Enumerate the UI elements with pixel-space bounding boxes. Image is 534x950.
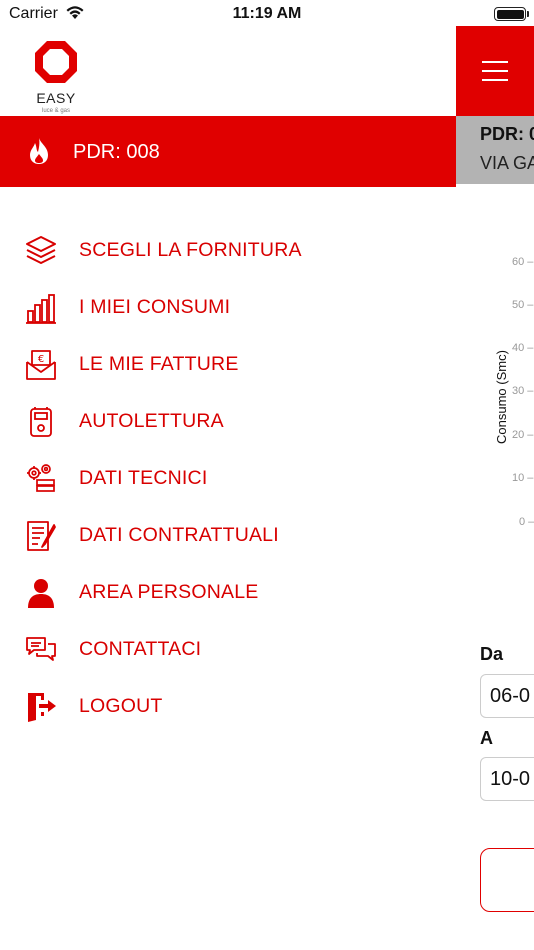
- battery-icon: [494, 7, 526, 21]
- pdr-code: PDR: 008: [73, 141, 160, 163]
- from-date-input[interactable]: 06-0: [480, 674, 534, 718]
- status-bar: Carrier 11:19 AM: [0, 0, 534, 28]
- chat-icon: [24, 633, 58, 667]
- menu-item-logout[interactable]: LOGOUT: [0, 678, 456, 734]
- user-icon: [24, 576, 58, 610]
- menu-item-label: DATI TECNICI: [79, 467, 208, 489]
- consumption-chart: Consumo (Smc) 60 – 50 – 40 – 30 – 20 – 1…: [456, 236, 534, 556]
- menu-item-label: CONTATTACI: [79, 638, 202, 660]
- hamburger-menu-icon[interactable]: [482, 61, 508, 81]
- chart-tick: 10 –: [512, 472, 534, 484]
- pdr-banner[interactable]: PDR: 008: [0, 116, 456, 187]
- menu-item-label: DATI CONTRATTUALI: [79, 524, 279, 546]
- chart-tick: 20 –: [512, 429, 534, 441]
- flame-icon: [28, 137, 50, 170]
- chart-tick: 50 –: [512, 299, 534, 311]
- to-date-input[interactable]: 10-0: [480, 757, 534, 801]
- battery-tip: [527, 11, 529, 17]
- menu-item-scegli-fornitura[interactable]: SCEGLI LA FORNITURA: [0, 222, 456, 278]
- menu-item-miei-consumi[interactable]: I MIEI CONSUMI: [0, 279, 456, 335]
- submit-button[interactable]: [480, 848, 534, 912]
- easy-logo: EASY luce & gas: [32, 38, 80, 114]
- top-bar: [456, 26, 534, 116]
- menu-item-label: LE MIE FATTURE: [79, 353, 239, 375]
- menu-item-autolettura[interactable]: AUTOLETTURA: [0, 393, 456, 449]
- brand-tagline: luce & gas: [41, 108, 71, 114]
- pdr-info-box: PDR: 0 VIA GA: [456, 116, 534, 184]
- pdr-title: PDR: 0: [480, 124, 534, 144]
- main-screen: PDR: 0 VIA GA Consumo (Smc) 60 – 50 – 40…: [456, 26, 534, 950]
- menu-item-label: AREA PERSONALE: [79, 581, 259, 603]
- clock: 11:19 AM: [232, 5, 302, 22]
- to-date-label: A: [480, 728, 493, 748]
- menu-item-dati-tecnici[interactable]: DATI TECNICI: [0, 450, 456, 506]
- brand-name: EASY: [36, 90, 76, 106]
- chart-tick: 60 –: [512, 256, 534, 268]
- menu-item-contattaci[interactable]: CONTATTACI: [0, 621, 456, 677]
- chart-tick: 30 –: [512, 385, 534, 397]
- gears-icon: [24, 462, 58, 496]
- bar-chart-icon: [24, 291, 58, 325]
- from-date-label: Da: [480, 644, 504, 664]
- octagon-logo-icon: [35, 41, 77, 83]
- menu-item-label: LOGOUT: [79, 695, 163, 717]
- contract-icon: [24, 519, 58, 553]
- menu-item-label: SCEGLI LA FORNITURA: [79, 239, 302, 261]
- logout-icon: [24, 690, 58, 724]
- chart-y-axis-label: Consumo (Smc): [494, 350, 509, 444]
- gas-meter-icon: [24, 405, 58, 439]
- chart-tick: 40 –: [512, 342, 534, 354]
- menu-item-label: AUTOLETTURA: [79, 410, 224, 432]
- svg-text:€: €: [38, 354, 44, 365]
- side-drawer: EASY luce & gas PDR: 008 SCEGLI LA FORNI…: [0, 26, 456, 950]
- menu-item-dati-contrattuali[interactable]: DATI CONTRATTUALI: [0, 507, 456, 563]
- menu-item-label: I MIEI CONSUMI: [79, 296, 231, 318]
- layers-icon: [24, 234, 58, 268]
- pdr-address: VIA GA: [480, 153, 534, 173]
- invoice-envelope-icon: €: [24, 348, 58, 382]
- menu-item-area-personale[interactable]: AREA PERSONALE: [0, 564, 456, 620]
- menu-item-mie-fatture[interactable]: € LE MIE FATTURE: [0, 336, 456, 392]
- chart-tick: 0 –: [519, 516, 534, 528]
